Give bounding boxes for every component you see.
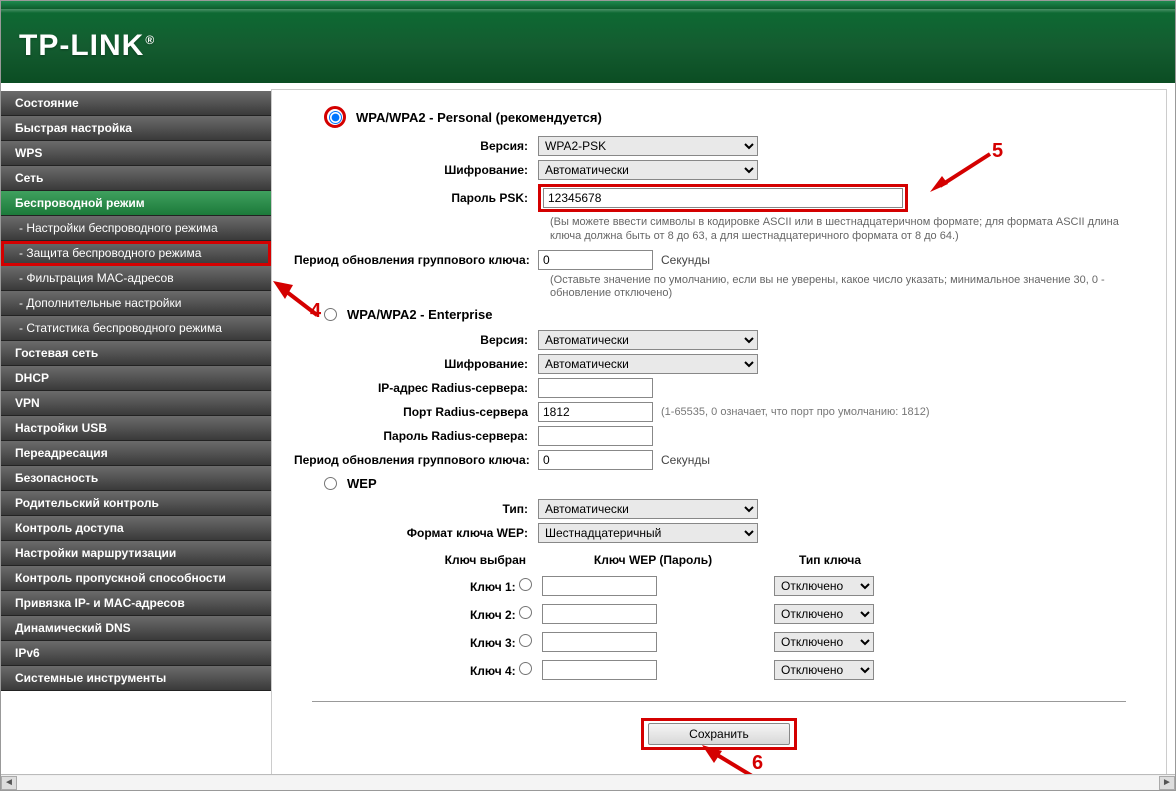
wep-key-label-3: Ключ 3: [356,629,536,655]
scroll-left-button[interactable]: ◄ [1,776,17,790]
horizontal-scrollbar[interactable]: ◄ ► [1,774,1175,790]
wep-key-radio-3[interactable] [519,634,532,647]
scroll-track[interactable] [17,776,1159,790]
label-radius-ip: IP-адрес Radius-сервера: [294,381,538,395]
wep-key-radio-2[interactable] [519,606,532,619]
select-version-ent[interactable]: Автоматически [538,330,758,350]
radio-wep[interactable] [324,477,337,490]
wep-key-radio-4[interactable] [519,662,532,675]
label-radius-pwd: Пароль Radius-сервера: [294,429,538,443]
wep-key-radio-1[interactable] [519,578,532,591]
input-radius-pwd[interactable] [538,426,653,446]
label-group-key-ent: Период обновления группового ключа: [294,453,538,467]
sidebar-nav: СостояниеБыстрая настройкаWPSСетьБеспров… [1,83,271,791]
annotation-4: 4 [310,300,321,323]
label-radius-port: Порт Radius-сервера [294,405,538,419]
sidebar-item-10[interactable]: Гостевая сеть [1,341,271,366]
brand-logo: TP-LINK® [19,29,155,63]
sidebar-item-5[interactable]: - Настройки беспроводного режима [1,216,271,241]
sidebar-item-14[interactable]: Переадресация [1,441,271,466]
label-wep-format: Формат ключа WEP: [294,526,538,540]
psk-highlight-box [538,184,908,212]
help-group-key-personal: (Оставьте значение по умолчанию, если вы… [550,274,1144,302]
select-wep-format[interactable]: Шестнадцатеричный [538,523,758,543]
wep-key-label-1: Ключ 1: [356,573,536,599]
radio-wpa-enterprise[interactable] [324,308,337,321]
sidebar-item-9[interactable]: - Статистика беспроводного режима [1,316,271,341]
save-button[interactable]: Сохранить [648,723,790,745]
sidebar-item-4[interactable]: Беспроводной режим [1,191,271,216]
select-encryption-personal[interactable]: Автоматически [538,160,758,180]
sidebar-item-8[interactable]: - Дополнительные настройки [1,291,271,316]
wep-col-key: Ключ WEP (Пароль) [538,549,768,571]
wep-key-input-4[interactable] [542,660,657,680]
label-group-key-personal: Период обновления группового ключа: [294,253,538,267]
header-bar: TP-LINK® [1,9,1175,83]
sidebar-item-7[interactable]: - Фильтрация MAC-адресов [1,266,271,291]
sidebar-item-2[interactable]: WPS [1,141,271,166]
wep-key-input-3[interactable] [542,632,657,652]
separator [312,701,1126,702]
help-psk: (Вы можете ввести символы в кодировке AS… [550,216,1144,244]
scroll-right-button[interactable]: ► [1159,776,1175,790]
wep-key-type-1[interactable]: Отключено [774,576,874,596]
wep-col-selected: Ключ выбран [356,549,536,571]
wep-col-type: Тип ключа [770,549,890,571]
label-version-personal: Версия: [294,139,538,153]
sidebar-item-21[interactable]: Динамический DNS [1,616,271,641]
wep-row-3: Ключ 3: Отключено [356,629,890,655]
input-radius-port[interactable] [538,402,653,422]
sidebar-item-17[interactable]: Контроль доступа [1,516,271,541]
sidebar-item-20[interactable]: Привязка IP- и MAC-адресов [1,591,271,616]
sidebar-item-15[interactable]: Безопасность [1,466,271,491]
help-radius-port: (1-65535, 0 означает, что порт про умолч… [661,406,930,418]
window-topbar [1,1,1175,9]
select-version-personal[interactable]: WPA2-PSK [538,136,758,156]
sidebar-item-12[interactable]: VPN [1,391,271,416]
label-encryption-personal: Шифрование: [294,163,538,177]
sidebar-item-1[interactable]: Быстрая настройка [1,116,271,141]
wep-key-type-3[interactable]: Отключено [774,632,874,652]
save-highlight-box: Сохранить [641,718,797,750]
input-radius-ip[interactable] [538,378,653,398]
unit-seconds-ent: Секунды [661,453,710,467]
sidebar-item-11[interactable]: DHCP [1,366,271,391]
sidebar-item-22[interactable]: IPv6 [1,641,271,666]
radio-personal-highlight [324,106,346,128]
label-wep-type: Тип: [294,502,538,516]
select-wep-type[interactable]: Автоматически [538,499,758,519]
input-psk-password[interactable] [543,188,903,208]
section-title-enterprise: WPA/WPA2 - Enterprise [347,307,492,322]
wep-key-label-2: Ключ 2: [356,601,536,627]
sidebar-item-19[interactable]: Контроль пропускной способности [1,566,271,591]
input-group-key-personal[interactable] [538,250,653,270]
radio-wpa-personal[interactable] [329,111,342,124]
wep-key-type-2[interactable]: Отключено [774,604,874,624]
input-group-key-ent[interactable] [538,450,653,470]
sidebar-item-0[interactable]: Состояние [1,91,271,116]
wep-row-4: Ключ 4: Отключено [356,657,890,683]
wep-key-input-2[interactable] [542,604,657,624]
section-title-personal: WPA/WPA2 - Personal (рекомендуется) [356,110,602,125]
sidebar-item-23[interactable]: Системные инструменты [1,666,271,691]
sidebar-item-13[interactable]: Настройки USB [1,416,271,441]
wep-key-input-1[interactable] [542,576,657,596]
label-encryption-ent: Шифрование: [294,357,538,371]
label-version-ent: Версия: [294,333,538,347]
wep-row-1: Ключ 1: Отключено [356,573,890,599]
wep-row-2: Ключ 2: Отключено [356,601,890,627]
sidebar-item-6[interactable]: - Защита беспроводного режима [1,241,271,266]
wep-key-label-4: Ключ 4: [356,657,536,683]
unit-seconds-personal: Секунды [661,253,710,267]
main-content: WPA/WPA2 - Personal (рекомендуется) Верс… [271,89,1167,784]
sidebar-item-18[interactable]: Настройки маршрутизации [1,541,271,566]
wep-key-type-4[interactable]: Отключено [774,660,874,680]
label-psk: Пароль PSK: [294,191,538,205]
sidebar-item-16[interactable]: Родительский контроль [1,491,271,516]
wep-key-table: Ключ выбран Ключ WEP (Пароль) Тип ключа … [354,547,892,685]
select-encryption-ent[interactable]: Автоматически [538,354,758,374]
annotation-6: 6 [752,752,763,775]
section-title-wep: WEP [347,476,377,491]
sidebar-item-3[interactable]: Сеть [1,166,271,191]
